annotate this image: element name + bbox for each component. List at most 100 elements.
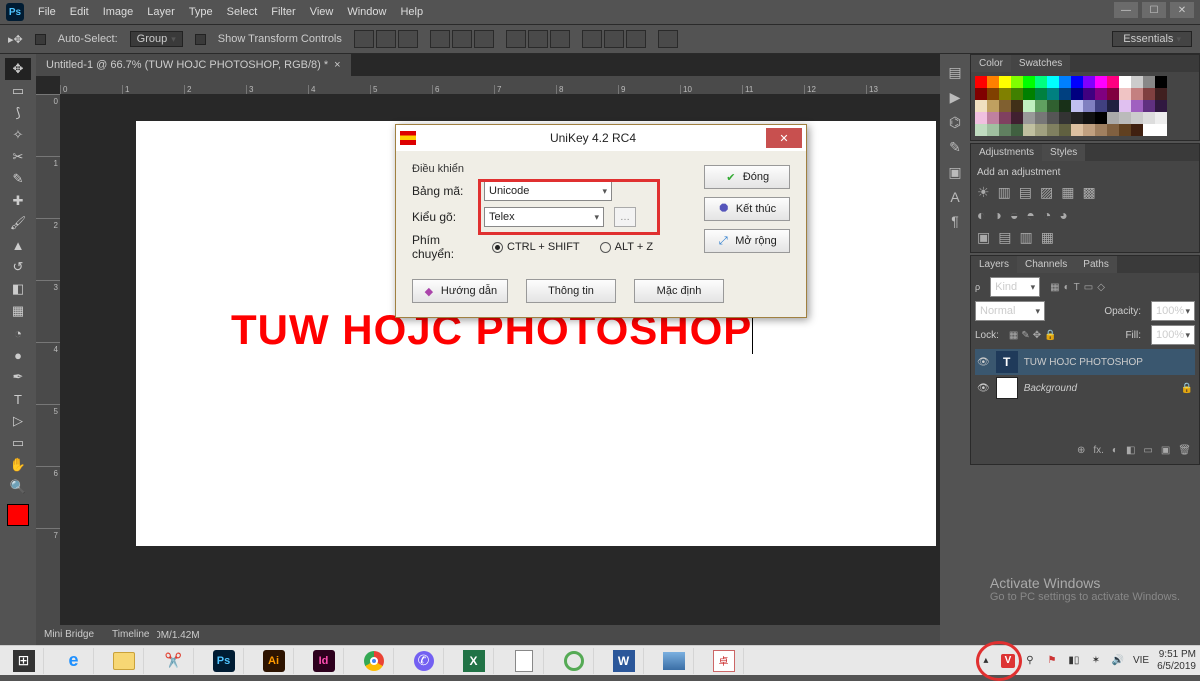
menu-layer[interactable]: Layer — [147, 6, 175, 18]
distribute-group-2[interactable] — [582, 30, 646, 48]
taskbar-app[interactable]: 卓 — [704, 648, 744, 674]
taskbar-photoshop[interactable]: Ps — [204, 648, 244, 674]
tray-plug-icon[interactable]: ⚲ — [1023, 654, 1037, 668]
window-maximize-button[interactable]: ☐ — [1142, 2, 1166, 18]
tray-network-icon[interactable]: ▮▯ — [1067, 654, 1081, 668]
window-minimize-button[interactable]: — — [1114, 2, 1138, 18]
fill-input[interactable]: 100%▾ — [1151, 325, 1195, 345]
menu-select[interactable]: Select — [227, 6, 258, 18]
wand-tool[interactable]: ✧ — [5, 124, 31, 146]
taskbar-chrome[interactable] — [354, 648, 394, 674]
icon-para[interactable]: ¶ — [951, 213, 959, 229]
btn-ketthuc[interactable]: ⯃Kết thúc — [704, 197, 790, 221]
taskbar-viber[interactable]: ✆ — [404, 648, 444, 674]
distribute-group-1[interactable] — [506, 30, 570, 48]
icon-clone[interactable]: ▣ — [948, 164, 961, 181]
btn-macdinh[interactable]: Mặc định — [634, 279, 724, 303]
taskbar-coccoc[interactable] — [554, 648, 594, 674]
tab-layers[interactable]: Layers — [971, 256, 1017, 273]
btn-thongtin[interactable]: Thông tin — [526, 279, 616, 303]
icon-play[interactable]: ▶ — [950, 89, 961, 106]
menu-edit[interactable]: Edit — [70, 6, 89, 18]
align-group-1[interactable] — [354, 30, 418, 48]
menu-window[interactable]: Window — [347, 6, 386, 18]
lasso-tool[interactable]: ⟆ — [5, 102, 31, 124]
tab-color[interactable]: Color — [971, 55, 1011, 72]
shape-tool[interactable]: ▭ — [5, 432, 31, 454]
taskbar-illustrator[interactable]: Ai — [254, 648, 294, 674]
crop-tool[interactable]: ✂ — [5, 146, 31, 168]
start-button[interactable]: ⊞ — [4, 648, 44, 674]
dodge-tool[interactable]: ● — [5, 344, 31, 366]
unikey-close-button[interactable]: ✕ — [766, 128, 802, 148]
icon-props[interactable]: ⌬ — [949, 114, 961, 131]
radio-ctrl-shift[interactable]: CTRL + SHIFT — [492, 241, 580, 253]
path-select-tool[interactable]: ▷ — [5, 410, 31, 432]
btn-dong[interactable]: ✔Đóng — [704, 165, 790, 189]
spot-heal-tool[interactable]: ✚ — [5, 190, 31, 212]
menu-help[interactable]: Help — [400, 6, 423, 18]
btn-morong[interactable]: ⤢Mở rộng — [704, 229, 790, 253]
tray-flag-icon[interactable]: ⚑ — [1045, 654, 1059, 668]
document-tab[interactable]: Untitled-1 @ 66.7% (TUW HOJC PHOTOSHOP, … — [36, 54, 351, 76]
layer-kind[interactable]: Kind▾ — [990, 277, 1040, 297]
tray-unikey-icon[interactable]: V — [1001, 654, 1015, 668]
auto-select-checkbox[interactable] — [35, 34, 46, 45]
tab-mini-bridge[interactable]: Mini Bridge — [36, 627, 102, 645]
marquee-tool[interactable]: ▭ — [5, 80, 31, 102]
tab-paths[interactable]: Paths — [1075, 256, 1117, 273]
icon-brush[interactable]: ✎ — [949, 139, 961, 156]
menu-type[interactable]: Type — [189, 6, 213, 18]
taskbar-notepad[interactable] — [504, 648, 544, 674]
menu-image[interactable]: Image — [103, 6, 134, 18]
icon-char[interactable]: A — [950, 189, 959, 205]
tab-swatches[interactable]: Swatches — [1011, 55, 1070, 72]
tray-lang[interactable]: VIE — [1133, 655, 1149, 666]
layer-background[interactable]: 👁Background🔒 — [975, 375, 1195, 401]
fg-bg-color[interactable] — [7, 504, 29, 526]
icon-history[interactable]: ▤ — [948, 64, 961, 81]
blend-mode[interactable]: Normal▾ — [975, 301, 1045, 321]
menu-file[interactable]: File — [38, 6, 56, 18]
eyedropper-tool[interactable]: ✎ — [5, 168, 31, 190]
taskbar-explorer[interactable] — [104, 648, 144, 674]
tray-up-icon[interactable]: ▴ — [979, 654, 993, 668]
pen-tool[interactable]: ✒ — [5, 366, 31, 388]
btn-huongdan[interactable]: ◆Hướng dẫn — [412, 279, 508, 303]
tray-volume-icon[interactable]: 🔊 — [1111, 654, 1125, 668]
taskbar-ie[interactable]: e — [54, 648, 94, 674]
radio-alt-z[interactable]: ALT + Z — [600, 241, 653, 253]
align-group-2[interactable] — [430, 30, 494, 48]
move-tool[interactable]: ✥ — [5, 58, 31, 80]
tab-timeline[interactable]: Timeline — [104, 627, 157, 645]
tray-clock[interactable]: 9:51 PM6/5/2019 — [1157, 649, 1196, 673]
brush-tool[interactable]: 🖌 — [5, 212, 31, 234]
close-tab-icon[interactable]: × — [334, 59, 340, 71]
tray-wifi-icon[interactable]: ✶ — [1089, 654, 1103, 668]
auto-select-dropdown[interactable]: Group▾ — [130, 31, 183, 47]
stamp-tool[interactable]: ▲ — [5, 234, 31, 256]
opacity-input[interactable]: 100%▾ — [1151, 301, 1195, 321]
taskbar-photos[interactable] — [654, 648, 694, 674]
taskbar-snip[interactable]: ✂️ — [154, 648, 194, 674]
zoom-tool[interactable]: 🔍 — [5, 476, 31, 498]
kieu-go-more-button[interactable]: … — [614, 207, 636, 227]
tab-channels[interactable]: Channels — [1017, 256, 1075, 273]
tab-styles[interactable]: Styles — [1042, 144, 1085, 161]
tab-adjustments[interactable]: Adjustments — [971, 144, 1042, 161]
arrange-group[interactable] — [658, 30, 678, 48]
workspace-selector[interactable]: Essentials ▾ — [1112, 31, 1192, 47]
taskbar-indesign[interactable]: Id — [304, 648, 344, 674]
history-brush-tool[interactable]: ↺ — [5, 256, 31, 278]
taskbar-excel[interactable]: X — [454, 648, 494, 674]
show-transform-checkbox[interactable] — [195, 34, 206, 45]
swatches-grid[interactable] — [971, 72, 1199, 140]
kieu-go-select[interactable]: Telex▾ — [484, 207, 604, 227]
blur-tool[interactable]: ◔ — [5, 322, 31, 344]
menu-view[interactable]: View — [310, 6, 334, 18]
menu-filter[interactable]: Filter — [271, 6, 295, 18]
layer-text[interactable]: 👁TTUW HOJC PHOTOSHOP — [975, 349, 1195, 375]
type-tool[interactable]: T — [5, 388, 31, 410]
taskbar-word[interactable]: W — [604, 648, 644, 674]
eraser-tool[interactable]: ◧ — [5, 278, 31, 300]
